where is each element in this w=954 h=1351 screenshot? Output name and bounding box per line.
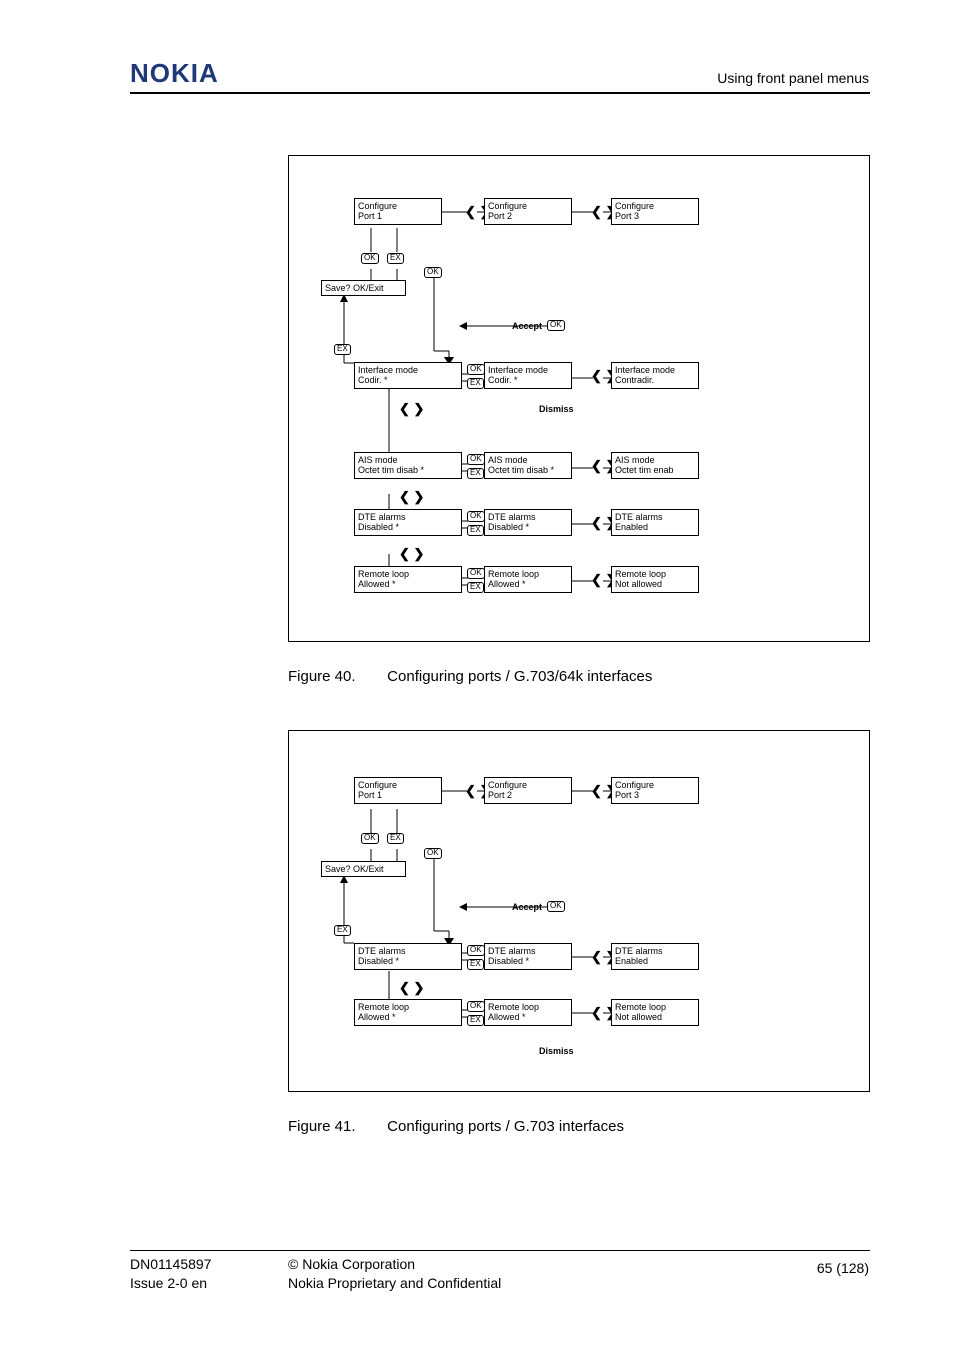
ex-tag: EX <box>387 253 404 264</box>
footer-left: DN01145897 Issue 2-0 en <box>130 1255 211 1293</box>
ex-tag: EX <box>467 1015 484 1026</box>
fig40-iface2: Interface modeCodir. * <box>484 362 572 389</box>
fig40-rem3: Remote loopNot allowed <box>611 566 699 593</box>
ex-tag: EX <box>387 833 404 844</box>
fig40-dte1: DTE alarmsDisabled * <box>354 509 462 536</box>
nokia-logo: NOKIA <box>130 58 219 89</box>
figure-40-box: ConfigurePort 1 ❮ ❯ ConfigurePort 2 ❮ ❯ … <box>288 155 870 642</box>
fig41-rem3: Remote loopNot allowed <box>611 999 699 1026</box>
figure-40-number: Figure 40. <box>288 668 383 685</box>
fig40-dte3: DTE alarmsEnabled <box>611 509 699 536</box>
fig40-rem1: Remote loopAllowed * <box>354 566 462 593</box>
save-prompt: Save? OK/Exit <box>321 861 406 877</box>
fig41-dte2: DTE alarmsDisabled * <box>484 943 572 970</box>
lr-icon: ❮ ❯ <box>399 546 424 562</box>
figure-40-text: Configuring ports / G.703/64k interfaces <box>387 668 652 685</box>
ok-tag: OK <box>547 320 565 331</box>
fig40-rem2: Remote loopAllowed * <box>484 566 572 593</box>
lr-icon: ❮ ❯ <box>399 980 424 996</box>
ok-tag: OK <box>467 568 485 579</box>
fig40-port2: ConfigurePort 2 <box>484 198 572 225</box>
ex-tag: EX <box>334 344 351 355</box>
copyright: © Nokia Corporation <box>288 1256 415 1272</box>
lr-icon: ❮ ❯ <box>399 401 424 417</box>
fig40-dte2: DTE alarmsDisabled * <box>484 509 572 536</box>
lr-icon: ❮ ❯ <box>399 489 424 505</box>
ok-tag: OK <box>467 511 485 522</box>
confidential: Nokia Proprietary and Confidential <box>288 1275 501 1291</box>
fig40-port1: ConfigurePort 1 <box>354 198 442 225</box>
page: NOKIA Using front panel menus <box>0 0 954 1351</box>
ex-tag: EX <box>467 468 484 479</box>
ex-tag: EX <box>334 925 351 936</box>
fig41-dte1: DTE alarmsDisabled * <box>354 943 462 970</box>
ok-tag: OK <box>467 364 485 375</box>
ex-tag: EX <box>467 582 484 593</box>
figure-41-number: Figure 41. <box>288 1118 383 1135</box>
accept-label: Accept <box>512 902 542 912</box>
figure-41-caption: Figure 41. Configuring ports / G.703 int… <box>288 1118 624 1135</box>
fig41-port3: ConfigurePort 3 <box>611 777 699 804</box>
dismiss-label: Dismiss <box>539 404 574 414</box>
ok-tag: OK <box>547 901 565 912</box>
ok-tag: OK <box>467 454 485 465</box>
ok-tag: OK <box>361 833 379 844</box>
fig40-ais2: AIS modeOctet tim disab * <box>484 452 572 479</box>
save-prompt: Save? OK/Exit <box>321 280 406 296</box>
ex-tag: EX <box>467 959 484 970</box>
doc-issue: Issue 2-0 en <box>130 1275 207 1291</box>
figure-41-text: Configuring ports / G.703 interfaces <box>387 1118 624 1135</box>
fig41-rem1: Remote loopAllowed * <box>354 999 462 1026</box>
fig41-port1: ConfigurePort 1 <box>354 777 442 804</box>
fig41-port2: ConfigurePort 2 <box>484 777 572 804</box>
ok-tag: OK <box>467 1001 485 1012</box>
ok-tag: OK <box>424 267 442 278</box>
fig41-dte3: DTE alarmsEnabled <box>611 943 699 970</box>
footer-mid: © Nokia Corporation Nokia Proprietary an… <box>288 1255 501 1293</box>
page-section-title: Using front panel menus <box>717 70 869 86</box>
header-rule <box>130 92 870 94</box>
dismiss-label: Dismiss <box>539 1046 574 1056</box>
ok-tag: OK <box>361 253 379 264</box>
ok-tag: OK <box>467 945 485 956</box>
ok-tag: OK <box>424 848 442 859</box>
footer-rule <box>130 1250 870 1251</box>
fig40-ais3: AIS modeOctet tim enab <box>611 452 699 479</box>
fig41-rem2: Remote loopAllowed * <box>484 999 572 1026</box>
fig40-iface1: Interface modeCodir. * <box>354 362 462 389</box>
accept-label: Accept <box>512 321 542 331</box>
fig40-iface3: Interface modeContradir. <box>611 362 699 389</box>
fig40-port3: ConfigurePort 3 <box>611 198 699 225</box>
figure-41-box: ConfigurePort 1 ❮ ❯ ConfigurePort 2 ❮ ❯ … <box>288 730 870 1092</box>
figure-40-caption: Figure 40. Configuring ports / G.703/64k… <box>288 668 652 685</box>
fig40-ais1: AIS modeOctet tim disab * <box>354 452 462 479</box>
ex-tag: EX <box>467 378 484 389</box>
ex-tag: EX <box>467 525 484 536</box>
page-number: 65 (128) <box>817 1260 869 1276</box>
doc-number: DN01145897 <box>130 1256 211 1272</box>
